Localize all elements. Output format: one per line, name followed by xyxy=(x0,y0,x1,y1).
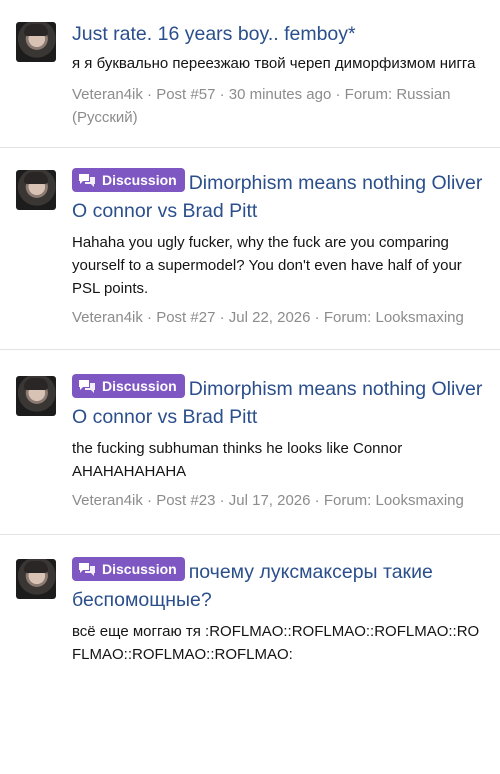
chat-bubbles-icon xyxy=(79,174,95,187)
discussion-badge: Discussion xyxy=(72,168,185,192)
post-snippet: Hahaha you ugly fucker, why the fuck are… xyxy=(72,234,462,297)
post-snippet: всё еще моггаю тя :ROFLMAO::ROFLMAO::ROF… xyxy=(72,623,480,663)
avatar[interactable] xyxy=(16,22,56,62)
thread-title-link[interactable]: Just rate. 16 years boy.. femboy* xyxy=(72,20,484,48)
search-result-post: Discussion Dimorphism means nothing Oliv… xyxy=(0,350,500,535)
badge-label: Discussion xyxy=(102,172,177,188)
search-result-post: Discussion Dimorphism means nothing Oliv… xyxy=(0,148,500,350)
post-meta: Veteran4ik · Post #23 · Jul 17, 2026 · F… xyxy=(72,492,464,509)
post-meta: Veteran4ik · Post #57 · 30 minutes ago ·… xyxy=(72,86,451,126)
avatar[interactable] xyxy=(16,376,56,416)
thread-title-link[interactable]: Discussion Dimorphism means nothing Oliv… xyxy=(72,374,484,431)
thread-title-link[interactable]: Discussion Dimorphism means nothing Oliv… xyxy=(72,168,484,225)
post-snippet: я я буквально переезжаю твой череп димор… xyxy=(72,55,476,72)
search-result-post: Discussion почему луксмаксеры такие бесп… xyxy=(0,535,500,690)
badge-label: Discussion xyxy=(102,378,177,394)
avatar[interactable] xyxy=(16,170,56,210)
badge-label: Discussion xyxy=(102,561,177,577)
post-meta: Veteran4ik · Post #27 · Jul 22, 2026 · F… xyxy=(72,309,464,326)
search-result-post: Just rate. 16 years boy.. femboy* я я бу… xyxy=(0,0,500,148)
discussion-badge: Discussion xyxy=(72,374,185,398)
chat-bubbles-icon xyxy=(79,563,95,576)
chat-bubbles-icon xyxy=(79,380,95,393)
discussion-badge: Discussion xyxy=(72,557,185,581)
thread-title-link[interactable]: Discussion почему луксмаксеры такие бесп… xyxy=(72,557,484,614)
post-snippet: the fucking subhuman thinks he looks lik… xyxy=(72,440,403,480)
avatar[interactable] xyxy=(16,559,56,599)
